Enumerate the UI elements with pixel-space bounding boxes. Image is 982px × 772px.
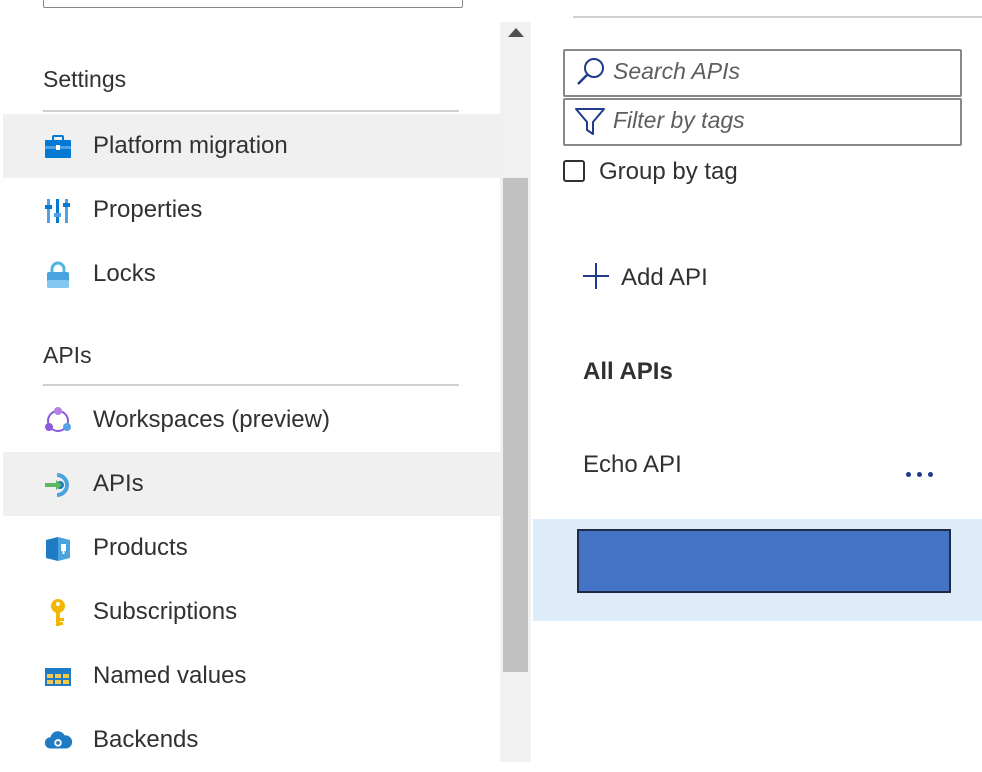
products-icon [43, 534, 73, 564]
nav-label: Backends [93, 726, 199, 753]
nav-item-workspaces[interactable]: Workspaces (preview) [3, 388, 500, 452]
nav-item-locks[interactable]: Locks [3, 242, 500, 306]
plus-icon [581, 261, 611, 296]
nav-item-named-values[interactable]: Named values [3, 644, 500, 708]
lock-icon [43, 260, 73, 290]
panel-divider [573, 16, 982, 18]
nav-item-apis[interactable]: APIs [3, 452, 500, 516]
group-by-tag-checkbox[interactable] [563, 160, 585, 182]
briefcase-icon [43, 132, 73, 162]
nav-item-backends[interactable]: Backends [3, 708, 500, 772]
key-icon [43, 598, 73, 628]
filter-by-tags-input[interactable] [613, 105, 943, 135]
nav-label: Platform migration [93, 132, 288, 159]
workspaces-icon [43, 406, 73, 436]
add-api-label: Add API [621, 264, 708, 291]
nav-label: Named values [93, 662, 247, 689]
all-apis-heading: All APIs [583, 358, 673, 385]
nav-label: Products [93, 534, 188, 561]
api-icon [43, 470, 73, 500]
filter-by-tags-field[interactable] [563, 98, 962, 146]
nav-item-properties[interactable]: Properties [3, 178, 500, 242]
settings-section-title: Settings [43, 66, 127, 92]
apis-divider [43, 384, 459, 386]
search-apis-input[interactable] [613, 56, 943, 86]
scrollbar-thumb[interactable] [503, 178, 528, 672]
more-options-icon[interactable] [903, 454, 943, 478]
nav-label: Subscriptions [93, 598, 238, 625]
filter-icon [572, 104, 608, 145]
nav-label: Locks [93, 260, 156, 287]
nav-label: Properties [93, 196, 203, 223]
redacted-api-name [577, 529, 951, 593]
top-search-box[interactable] [43, 0, 463, 8]
cloud-icon [43, 726, 73, 756]
nav-label: APIs [93, 470, 144, 497]
scroll-up-arrow-icon[interactable] [508, 28, 524, 37]
search-apis-field[interactable] [563, 49, 962, 97]
apis-section-title: APIs [43, 342, 92, 368]
nav-item-platform-migration[interactable]: Platform migration [3, 114, 500, 178]
search-icon [572, 55, 608, 96]
settings-divider [43, 110, 459, 112]
nav-item-products[interactable]: Products [3, 516, 500, 580]
api-list-item[interactable]: Echo API [533, 436, 982, 500]
named-values-icon [43, 662, 73, 692]
add-api-button[interactable]: Add API [581, 260, 708, 296]
nav-item-subscriptions[interactable]: Subscriptions [3, 580, 500, 644]
api-name: Echo API [583, 451, 682, 478]
nav-label: Workspaces (preview) [93, 406, 330, 433]
group-by-tag-label[interactable]: Group by tag [599, 158, 738, 186]
properties-icon [43, 196, 73, 226]
